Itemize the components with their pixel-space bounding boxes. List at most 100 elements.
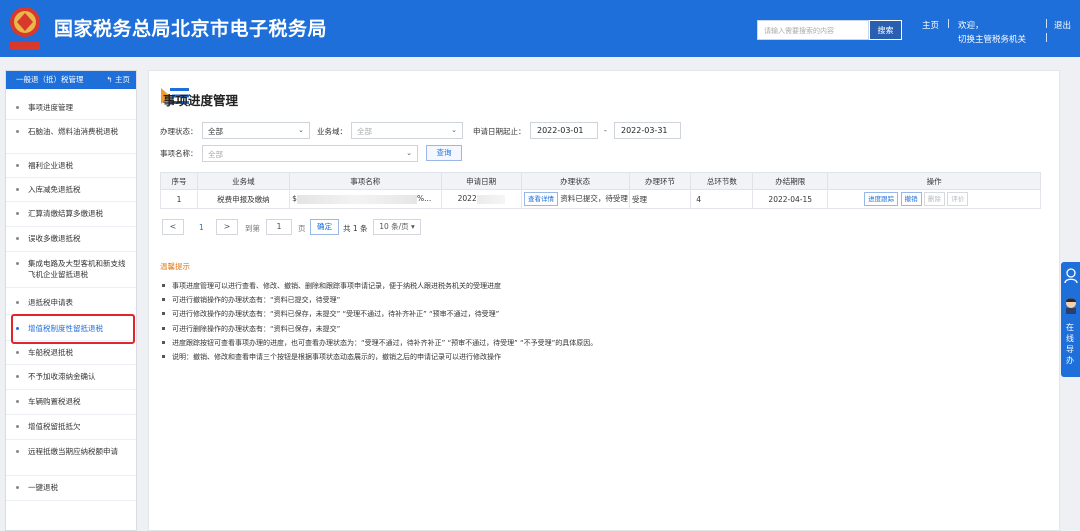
sidebar-item-label: 车船税退抵税	[28, 348, 73, 357]
cell-step: 受理	[628, 189, 692, 209]
search-button[interactable]: 搜索	[869, 20, 902, 40]
separator: |	[1045, 19, 1049, 29]
sidebar-item-label: 误收多缴退抵税	[28, 234, 81, 243]
sidebar-item-fuel-tax[interactable]: 石脑油、燃料油消费税退税	[6, 120, 136, 154]
date-range-label: 申请日期起止：	[473, 127, 526, 136]
bullet-icon	[16, 262, 19, 265]
site-title: 国家税务总局北京市电子税务局	[54, 18, 328, 40]
redacted-text	[476, 194, 505, 204]
chevron-down-icon: ⌄	[406, 149, 412, 157]
cell-item-name: $%...	[288, 189, 442, 209]
bullet-icon	[16, 301, 19, 304]
item-name-label: 事项名称：	[160, 149, 198, 158]
bullet-icon	[16, 425, 19, 428]
sidebar-item-settlement[interactable]: 汇算清缴结算多缴退税	[6, 202, 136, 227]
sidebar-item-relief[interactable]: 入库减免退抵税	[6, 178, 136, 202]
sidebar-item-application-form[interactable]: 退抵税申请表	[6, 288, 136, 315]
goto-label: 到第	[245, 224, 260, 233]
bullet-icon	[162, 312, 165, 316]
switch-tax-office-link[interactable]: 切换主管税务机关	[958, 33, 1026, 45]
cell-actions: 进度跟踪 撤销 删除 评价	[827, 189, 1041, 209]
column-header: 事项名称	[288, 172, 442, 190]
status-label: 办理状态：	[160, 127, 198, 136]
sidebar-item-ic-aircraft[interactable]: 集成电路及大型客机和新支线飞机企业留抵退税	[6, 252, 136, 288]
tip-text: 事项进度管理可以进行查看、修改、撤销、删除和跟踪事项申请记录，便于纳税人跟进税务…	[172, 282, 501, 290]
search-input[interactable]: 请输入需要搜索的内容	[757, 20, 869, 40]
sidebar-item-label: 汇算清缴结算多缴退税	[28, 209, 103, 218]
track-progress-button[interactable]: 进度跟踪	[864, 192, 899, 206]
page-title: 事项进度管理	[163, 93, 239, 108]
business-select[interactable]: 全部 ⌄	[351, 122, 463, 139]
chevron-down-icon: ⌄	[451, 126, 457, 134]
bullet-icon	[162, 326, 165, 330]
user-icon	[1064, 268, 1078, 284]
bullet-icon	[162, 355, 165, 359]
tips-list: 事项进度管理可以进行查看、修改、撤销、删除和跟踪事项申请记录，便于纳税人跟进税务…	[160, 279, 597, 364]
sidebar-item-vehicle-vessel[interactable]: 车船税退抵税	[6, 341, 136, 365]
agent-avatar-icon	[1066, 298, 1076, 314]
current-page[interactable]: 1	[199, 223, 204, 232]
home-link[interactable]: 主页	[922, 19, 939, 31]
bullet-icon	[16, 237, 19, 240]
sidebar-home-label: 主页	[115, 75, 130, 84]
goto-page-input[interactable]: 1	[266, 219, 292, 235]
tip-line: 说明：撤销、修改和查看申请三个按钮是根据事项状态动态展示的，撤销之后的申请记录可…	[160, 350, 597, 364]
sidebar-item-overpaid[interactable]: 误收多缴退抵税	[6, 227, 136, 252]
sidebar-item-label: 增值税留抵抵欠	[28, 422, 81, 431]
status-text: 资料已提交，待受理	[560, 194, 628, 203]
back-arrow-icon: ↰	[106, 75, 115, 84]
column-header: 办理环节	[628, 172, 692, 190]
tip-line: 可进行撤销操作的办理状态有：“资料已提交，待受理”	[160, 293, 597, 307]
sidebar-item-remote-offset[interactable]: 远程抵缴当期应纳税额申请	[6, 440, 136, 476]
main-panel: 事项进度管理 办理状态： 全部 ⌄ 业务域： 全部 ⌄ 申请日期起止： 2022…	[148, 70, 1060, 531]
tax-emblem-logo	[10, 7, 40, 50]
sidebar-item-label: 入库减免退抵税	[28, 185, 81, 194]
sidebar-header: 一般退（抵）税管理 ↰ 主页	[6, 71, 136, 89]
date-to-input[interactable]: 2022-03-31	[614, 122, 681, 139]
column-header: 序号	[160, 172, 198, 190]
query-button[interactable]: 查询	[426, 145, 462, 161]
revoke-button[interactable]: 撤销	[900, 192, 922, 206]
sidebar-item-vehicle-purchase[interactable]: 车辆购置税退税	[6, 390, 136, 415]
page-size-select[interactable]: 10 条/页 ▾	[373, 219, 421, 235]
cell-date: 2022	[440, 189, 522, 209]
sidebar-item-vat-offset[interactable]: 增值税留抵抵欠	[6, 415, 136, 440]
date-value: 2022	[457, 194, 477, 204]
view-detail-button[interactable]: 查看详情	[524, 192, 559, 206]
tip-text: 说明：撤销、修改和查看申请三个按钮是根据事项状态动态展示的，撤销之后的申请记录可…	[172, 353, 501, 362]
tip-line: 可进行删除操作的办理状态有：“资料已保存，未提交”	[160, 322, 597, 336]
goto-confirm-button[interactable]: 确定	[310, 219, 339, 235]
next-page-button[interactable]: >	[216, 219, 238, 235]
top-header: 国家税务总局北京市电子税务局 请输入需要搜索的内容 搜索 主页 | 欢迎， | …	[0, 0, 1080, 57]
page-size-value: 10 条/页	[379, 222, 409, 231]
column-header: 办理状态	[520, 172, 630, 190]
sidebar-item-progress[interactable]: 事项进度管理	[6, 96, 136, 120]
delete-button[interactable]: 删除	[923, 192, 945, 206]
date-from-input[interactable]: 2022-03-01	[530, 122, 598, 139]
tip-text: 可进行修改操作的办理状态有：“资料已保存，未提交” “受理不通过，待补齐补正” …	[172, 310, 500, 319]
sidebar-item-label: 事项进度管理	[28, 103, 73, 112]
logout-link[interactable]: 退出	[1054, 19, 1071, 31]
tips-title: 温馨提示	[160, 262, 190, 271]
cell-status: 查看详情 资料已提交，待受理	[520, 189, 630, 209]
bullet-icon	[162, 340, 165, 344]
rate-button[interactable]: 评价	[947, 192, 969, 206]
business-label: 业务域：	[317, 127, 347, 136]
sidebar-item-one-click[interactable]: 一键退税	[6, 476, 136, 501]
column-header: 业务域	[196, 172, 290, 190]
column-header: 操作	[827, 172, 1041, 190]
item-name-select[interactable]: 全部 ⌄	[202, 145, 418, 162]
table-header-row: 序号 业务域 事项名称 申请日期 办理状态 办理环节 总环节数 办结期限 操作	[160, 172, 1041, 190]
cell-total-steps: 4	[690, 189, 754, 209]
sidebar-item-late-fee[interactable]: 不予加收滞纳金确认	[6, 365, 136, 390]
cell-deadline: 2022-04-15	[752, 189, 829, 209]
bullet-icon	[16, 130, 19, 133]
sidebar-item-welfare[interactable]: 福利企业退税	[6, 154, 136, 178]
tip-line: 可进行修改操作的办理状态有：“资料已保存，未提交” “受理不通过，待补齐补正” …	[160, 307, 597, 321]
prev-page-button[interactable]: <	[162, 219, 184, 235]
sidebar-home-link[interactable]: ↰ 主页	[106, 71, 130, 89]
tip-line: 事项进度管理可以进行查看、修改、撤销、删除和跟踪事项申请记录，便于纳税人跟进税务…	[160, 279, 597, 293]
status-select[interactable]: 全部 ⌄	[202, 122, 310, 139]
bullet-icon	[16, 450, 19, 453]
bullet-icon	[16, 164, 19, 167]
